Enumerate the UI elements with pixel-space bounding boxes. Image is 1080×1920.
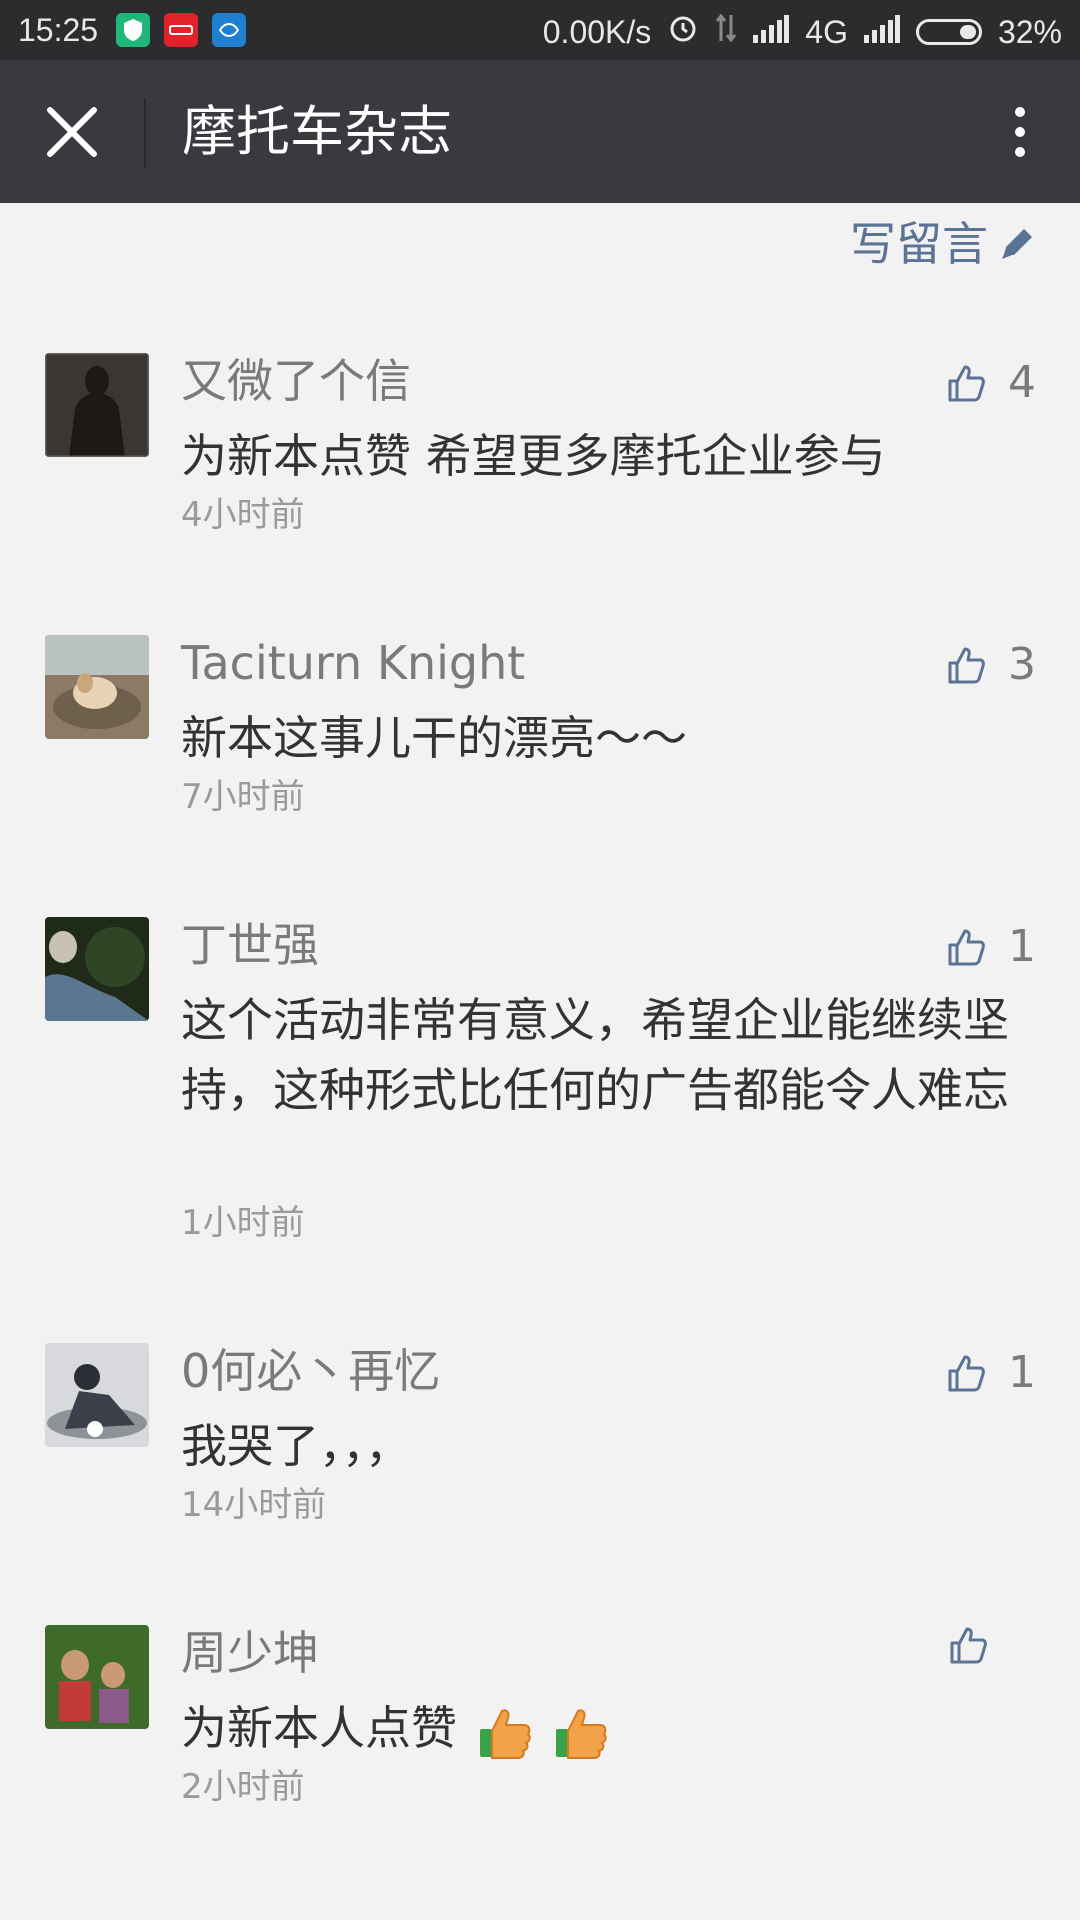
commenter-name: 周少坤 (181, 1626, 319, 1680)
close-button[interactable] (30, 96, 114, 168)
thumbs-up-icon (948, 365, 985, 402)
status-time: 15:25 (18, 12, 99, 48)
avatar[interactable] (45, 1625, 149, 1729)
comment-text: 这个活动非常有意义，希望企业能继续坚持，这种形式比任何的广告都能令人难忘 (181, 993, 1009, 1117)
like-button[interactable]: 3 (946, 635, 1036, 695)
comment-text: 为新本人点赞 (181, 1693, 1011, 1763)
commenter-name: 又微了个信 (181, 354, 411, 408)
comment-item: 0何必丶再忆 我哭了，，， 14小时前 1 (0, 1343, 1080, 1533)
like-count: 1 (1008, 1347, 1036, 1398)
shield-app-icon (116, 13, 150, 47)
comment-time: 4小时前 (181, 495, 305, 535)
close-icon (47, 107, 97, 157)
avatar[interactable] (45, 917, 149, 1021)
comment-time: 1小时前 (181, 1203, 305, 1243)
battery-percent: 32% (997, 13, 1062, 50)
status-bar: 15:25 0.00K/s 4G 32% (0, 0, 1080, 60)
battery-icon (915, 19, 982, 45)
avatar[interactable] (45, 353, 149, 457)
comment-text: 为新本点赞 希望更多摩托企业参与 (181, 429, 886, 483)
thumbs-up-emoji-icon (556, 1708, 607, 1759)
comment-text: 我哭了，，， (181, 1419, 411, 1473)
alarm-icon (667, 12, 699, 52)
more-vertical-icon[interactable] (990, 94, 1050, 170)
title-divider (144, 98, 146, 168)
thumbs-up-icon (948, 1355, 985, 1392)
thumbs-up-emoji-icon (479, 1708, 531, 1759)
like-button[interactable]: 4 (946, 353, 1036, 413)
red-app-icon (164, 13, 198, 47)
avatar[interactable] (45, 635, 149, 739)
commenter-name: Taciturn Knight (181, 636, 526, 690)
network-type: 4G (805, 13, 848, 50)
thumbs-up-icon (950, 1627, 987, 1664)
like-count: 4 (1008, 357, 1036, 408)
comment-time: 2小时前 (181, 1767, 305, 1807)
comment-item: 丁世强 这个活动非常有意义，希望企业能继续坚持，这种形式比任何的广告都能令人难忘… (0, 917, 1080, 1247)
comment-text-content: 为新本人点赞 (181, 1701, 457, 1755)
comment-item: 周少坤 为新本人点赞 2小时前 (0, 1625, 1080, 1815)
avatar[interactable] (45, 1343, 149, 1447)
comment-item: Taciturn Knight 新本这事儿干的漂亮～～ 7小时前 3 (0, 635, 1080, 825)
commenter-name: 丁世强 (181, 918, 319, 972)
page-title: 摩托车杂志 (182, 100, 452, 163)
like-button[interactable]: 1 (946, 1343, 1036, 1403)
comment-time: 14小时前 (181, 1485, 327, 1525)
pencil-icon (1002, 229, 1032, 259)
comment-text: 新本这事儿干的漂亮～～ (181, 711, 687, 765)
thumbs-up-icon (948, 647, 985, 684)
thumbs-up-icon (948, 929, 985, 966)
blue-app-icon (212, 13, 246, 47)
data-arrows-icon (715, 13, 737, 51)
signal-icon-2 (863, 14, 900, 51)
like-button[interactable]: 1 (946, 917, 1036, 977)
like-button[interactable] (948, 1625, 1010, 1665)
like-count: 1 (1008, 921, 1036, 972)
write-comment-label: 写留言 (850, 217, 988, 271)
signal-icon (753, 14, 790, 51)
title-bar: 摩托车杂志 (0, 60, 1080, 203)
commenter-name: 0何必丶再忆 (181, 1344, 441, 1398)
like-count: 3 (1008, 639, 1036, 690)
comment-item: 又微了个信 为新本点赞 希望更多摩托企业参与 4小时前 4 (0, 353, 1080, 543)
comment-time: 7小时前 (181, 777, 305, 817)
net-speed: 0.00K/s (542, 13, 652, 50)
write-comment-button[interactable]: 写留言 (850, 216, 1036, 272)
